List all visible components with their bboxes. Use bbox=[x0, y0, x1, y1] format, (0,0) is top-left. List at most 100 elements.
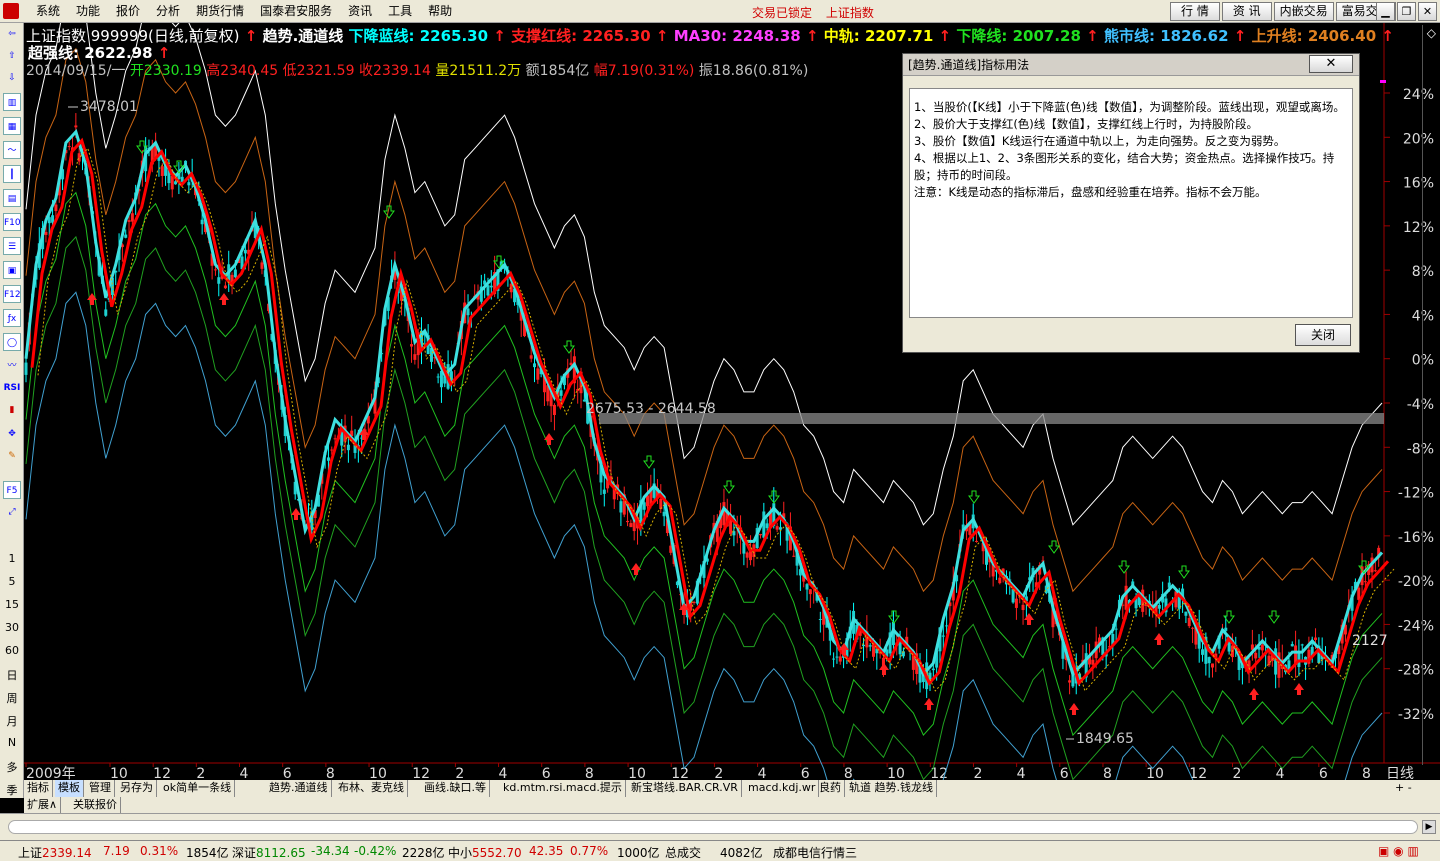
period-quarter[interactable]: 季 bbox=[0, 782, 24, 798]
quote-button[interactable]: 行 情 bbox=[1170, 2, 1220, 21]
tab-template-11[interactable]: 良药 bbox=[816, 780, 845, 797]
candle-body bbox=[931, 668, 935, 671]
high-value: 2340.45 bbox=[220, 63, 279, 79]
arrow-up-icon[interactable]: ⇧ bbox=[3, 47, 21, 65]
usage-line-5: 注意：K线是动态的指标滞后，盘感和经验重在培养。指标不会万能。 bbox=[914, 185, 1267, 199]
period-day[interactable]: 日 bbox=[0, 667, 24, 683]
list-icon[interactable]: ☰ bbox=[3, 237, 21, 255]
move-icon[interactable]: ✥ bbox=[3, 425, 21, 443]
tab-template-3[interactable]: 另存为 bbox=[117, 780, 157, 797]
candle-body bbox=[868, 645, 872, 647]
indicator-icon[interactable]: 〰 bbox=[3, 357, 21, 375]
status-bar: 上证2339.14 7.19 0.31% 1854亿 深证8112.65 -34… bbox=[0, 840, 1440, 861]
tab-template-6[interactable]: 布林、麦克线 bbox=[335, 780, 408, 797]
period-1min[interactable]: 1 bbox=[0, 552, 24, 565]
arrow-down-icon[interactable]: ⇩ bbox=[3, 69, 21, 87]
app-logo-icon bbox=[3, 3, 19, 19]
f12-icon[interactable]: F12 bbox=[3, 285, 21, 303]
period-60min[interactable]: 60 bbox=[0, 644, 24, 657]
amp-value: 18.86(0.81%) bbox=[712, 63, 809, 79]
tab-template-8[interactable]: kd.mtm.rsi.macd.提示 bbox=[500, 780, 626, 797]
period-15min[interactable]: 15 bbox=[0, 598, 24, 611]
rsi-icon[interactable]: RSI bbox=[3, 379, 21, 397]
document-icon[interactable]: ▣ bbox=[3, 261, 21, 279]
candle-body bbox=[945, 625, 949, 627]
usage-line-1: 1、当股价(【K线】小于下降蓝(色)线【数值】，为调整阶段。蓝线出现，观望或离场… bbox=[914, 100, 1345, 114]
period-month[interactable]: 月 bbox=[0, 713, 24, 729]
chart-icon[interactable]: ▥ bbox=[3, 93, 21, 111]
menu-tools[interactable]: 工具 bbox=[380, 4, 420, 19]
menu-gtja-service[interactable]: 国泰君安服务 bbox=[252, 4, 340, 19]
tab-template-9[interactable]: 新宝塔线.BAR.CR.VR bbox=[628, 780, 742, 797]
f10-icon[interactable]: F10 bbox=[3, 213, 21, 231]
restore-icon[interactable]: ❐ bbox=[1397, 2, 1416, 21]
scroll-track[interactable] bbox=[8, 820, 1418, 834]
tab-related-quote[interactable]: 关联报价 bbox=[70, 797, 121, 813]
kline-icon[interactable]: ┃ bbox=[3, 165, 21, 183]
tab-template-7[interactable]: 画线.缺口.等 bbox=[421, 780, 490, 797]
up-arrow-icon: ↑ bbox=[938, 27, 952, 45]
tab-template-1[interactable]: 模板 bbox=[55, 780, 84, 797]
grid-icon[interactable]: ▤ bbox=[3, 189, 21, 207]
menu-news[interactable]: 资讯 bbox=[340, 4, 380, 19]
pencil-icon[interactable]: ✎ bbox=[3, 447, 21, 465]
tab-template-5[interactable]: 趋势.通道线 bbox=[266, 780, 332, 797]
trade-lock-status[interactable]: 交易已锁定 bbox=[752, 6, 812, 20]
sell-arrow-icon bbox=[1048, 540, 1060, 554]
tab-template-10[interactable]: macd.kdj.wr bbox=[745, 780, 820, 797]
x-tick-label: 8 bbox=[1103, 766, 1112, 780]
minimize-icon[interactable]: ▁ bbox=[1376, 2, 1395, 21]
sell-arrow-icon bbox=[1178, 565, 1190, 579]
formula-icon[interactable]: ƒx bbox=[3, 309, 21, 327]
candle-body bbox=[835, 656, 839, 658]
horizontal-scrollbar[interactable]: ▶ bbox=[0, 813, 1440, 840]
table-icon[interactable]: ▦ bbox=[3, 117, 21, 135]
indicator-name[interactable]: 趋势.通道线 bbox=[263, 27, 344, 45]
period-5min[interactable]: 5 bbox=[0, 575, 24, 588]
news-button[interactable]: 资 讯 bbox=[1221, 2, 1272, 21]
scroll-right-icon[interactable]: ▶ bbox=[1422, 820, 1436, 834]
bar-icon[interactable]: ▮ bbox=[3, 401, 21, 419]
buy-arrow-icon bbox=[219, 293, 229, 305]
menu-system[interactable]: 系统 bbox=[28, 4, 68, 19]
circle-icon[interactable]: ◯ bbox=[3, 333, 21, 351]
candle-body bbox=[1068, 680, 1072, 683]
xs-label: 熊市线: bbox=[1103, 27, 1155, 45]
menu-futures[interactable]: 期货行情 bbox=[188, 4, 252, 19]
menu-quote[interactable]: 报价 bbox=[108, 4, 148, 19]
menu-help[interactable]: 帮助 bbox=[420, 4, 460, 19]
y-tick-label: 24% bbox=[1403, 87, 1434, 103]
menu-function[interactable]: 功能 bbox=[68, 4, 108, 19]
menu-analysis[interactable]: 分析 bbox=[148, 4, 188, 19]
arrow-left-icon[interactable]: ⇦ bbox=[3, 25, 21, 43]
buy-arrow-icon bbox=[1249, 688, 1259, 700]
period-multi[interactable]: 多 bbox=[0, 759, 24, 775]
sh-percent: 0.31% bbox=[140, 844, 179, 858]
chart-settings-icon[interactable]: ◇ bbox=[1427, 26, 1436, 40]
tray-icons[interactable]: ▣ ◉ ▥ bbox=[1378, 844, 1419, 858]
candle-body bbox=[778, 527, 782, 530]
tab-template-12[interactable]: 轨道 趋势.钱龙线 bbox=[846, 780, 937, 797]
close-icon[interactable]: ✕ bbox=[1418, 2, 1437, 21]
period-week[interactable]: 周 bbox=[0, 690, 24, 706]
dialog-close-button[interactable]: 关闭 bbox=[1295, 324, 1351, 346]
zoom-controls-icon[interactable]: + - bbox=[1392, 780, 1415, 797]
tab-template-0[interactable]: 指标 bbox=[24, 780, 53, 797]
tab-extend[interactable]: 扩展∧ bbox=[24, 797, 62, 813]
sh-value: 2339.14 bbox=[42, 846, 92, 860]
f5-icon[interactable]: F5 bbox=[3, 481, 21, 499]
x-tick-label: 8 bbox=[844, 766, 853, 780]
period-n[interactable]: N bbox=[0, 736, 24, 749]
buy-arrow-icon bbox=[544, 433, 554, 445]
tab-template-4[interactable]: ok简单一条线 bbox=[160, 780, 236, 797]
x-tick-label: 10 bbox=[1146, 766, 1164, 780]
period-30min[interactable]: 30 bbox=[0, 621, 24, 634]
expand-icon[interactable]: ⤢ bbox=[3, 503, 21, 521]
candle-body bbox=[759, 534, 762, 536]
embedded-trade-button[interactable]: 内嵌交易 bbox=[1273, 2, 1334, 21]
sz-change: -34.34 bbox=[311, 844, 350, 858]
tab-template-2[interactable]: 管理 bbox=[86, 780, 115, 797]
zc-label: 支撑红线: bbox=[511, 27, 578, 45]
line-chart-icon[interactable]: 〜 bbox=[3, 141, 21, 159]
dialog-close-icon[interactable]: ✕ bbox=[1309, 55, 1353, 73]
